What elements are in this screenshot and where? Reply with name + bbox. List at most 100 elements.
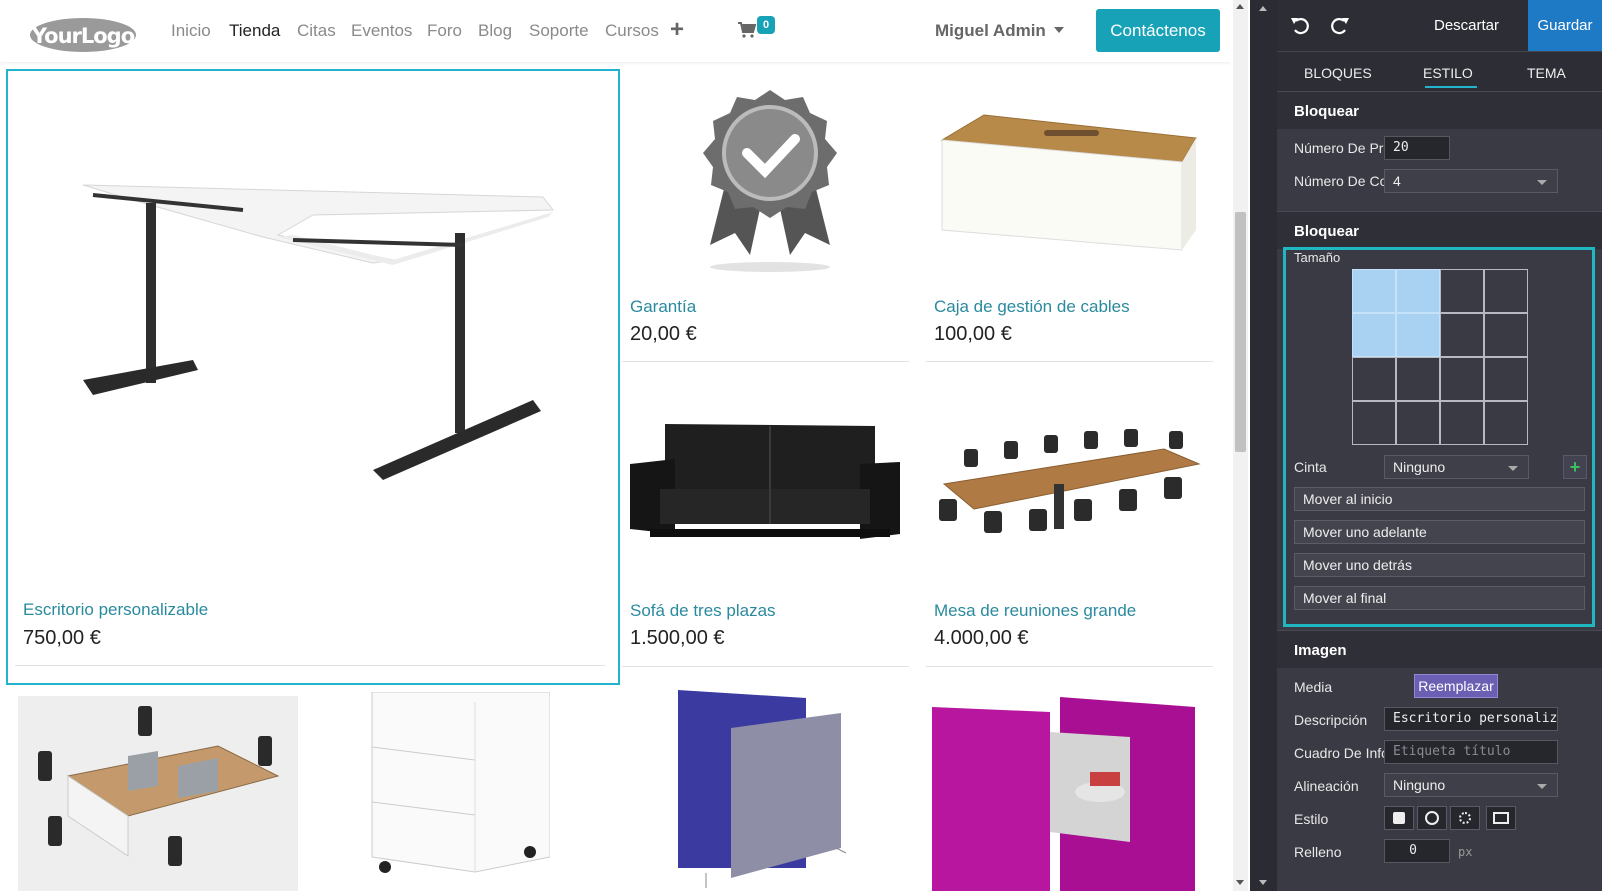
nav-link-inicio[interactable]: Inicio xyxy=(171,21,211,41)
drawer-cabinet-image xyxy=(371,692,550,873)
size-cell[interactable] xyxy=(1396,313,1440,357)
product-card-cable-box[interactable]: Caja de gestión de cables 100,00 € xyxy=(926,80,1214,362)
editor-scroll-up-icon[interactable] xyxy=(1259,6,1267,11)
columns-select[interactable]: 4 xyxy=(1384,169,1558,193)
description-input[interactable]: Escritorio personaliz xyxy=(1384,707,1558,731)
tab-bloques[interactable]: BLOQUES xyxy=(1304,65,1372,81)
section-header-image[interactable]: Imagen xyxy=(1277,630,1602,668)
move-forward-button[interactable]: Mover uno adelante xyxy=(1294,520,1585,544)
contact-button[interactable]: Contáctenos xyxy=(1096,9,1220,52)
size-cell[interactable] xyxy=(1484,269,1528,313)
size-label: Tamaño xyxy=(1294,250,1341,265)
discard-button[interactable]: Descartar xyxy=(1434,17,1499,34)
section-header-block[interactable]: Bloquear xyxy=(1277,91,1602,129)
product-card-partition-panels[interactable] xyxy=(676,688,856,891)
product-divider xyxy=(15,665,605,666)
product-count-input[interactable]: 20 xyxy=(1384,136,1450,160)
chevron-down-icon xyxy=(1508,466,1518,471)
product-price: 1.500,00 € xyxy=(630,627,725,649)
product-name[interactable]: Caja de gestión de cables xyxy=(934,297,1130,317)
size-cell[interactable] xyxy=(1396,269,1440,313)
size-cell[interactable] xyxy=(1352,357,1396,401)
product-name[interactable]: Escritorio personalizable xyxy=(23,600,208,620)
size-cell[interactable] xyxy=(1484,357,1528,401)
tab-estilo[interactable]: ESTILO xyxy=(1423,65,1473,81)
product-divider xyxy=(622,666,909,667)
cable-box-image xyxy=(940,114,1197,251)
alignment-select[interactable]: Ninguno xyxy=(1384,773,1558,797)
tooltip-input[interactable]: Etiqueta título xyxy=(1384,740,1558,764)
add-menu-item-icon[interactable]: + xyxy=(670,16,684,44)
scrollbar-thumb[interactable] xyxy=(1235,212,1246,452)
size-cell[interactable] xyxy=(1352,313,1396,357)
product-card-conference-table[interactable]: Mesa de reuniones grande 4.000,00 € xyxy=(926,384,1214,667)
sofa-image xyxy=(630,424,900,539)
nav-link-citas[interactable]: Citas xyxy=(297,21,336,41)
redo-icon[interactable] xyxy=(1326,13,1352,39)
product-price: 20,00 € xyxy=(630,323,697,345)
size-cell[interactable] xyxy=(1440,401,1484,445)
product-price: 100,00 € xyxy=(934,323,1012,345)
replace-image-button[interactable]: Reemplazar xyxy=(1414,674,1498,698)
nav-link-blog[interactable]: Blog xyxy=(478,21,512,41)
product-card-desk[interactable]: Escritorio personalizable 750,00 € xyxy=(15,80,605,670)
ribbon-select[interactable]: Ninguno xyxy=(1384,455,1529,479)
website-preview: YourLogo Inicio Tienda Citas Eventos For… xyxy=(0,0,1230,891)
editor-scroll-down-icon[interactable] xyxy=(1259,880,1267,885)
tab-tema[interactable]: TEMA xyxy=(1527,65,1566,81)
page: YourLogo Inicio Tienda Citas Eventos For… xyxy=(0,0,1602,891)
size-cell[interactable] xyxy=(1352,401,1396,445)
size-grid[interactable] xyxy=(1352,269,1530,447)
product-name[interactable]: Sofá de tres plazas xyxy=(630,601,776,621)
user-menu[interactable]: Miguel Admin xyxy=(935,21,1046,41)
undo-icon[interactable] xyxy=(1288,13,1314,39)
site-scrollbar[interactable] xyxy=(1233,0,1248,891)
scroll-down-arrow-icon[interactable] xyxy=(1236,880,1244,885)
cart-count-badge: 0 xyxy=(757,16,775,34)
size-cell[interactable] xyxy=(1440,269,1484,313)
nav-link-tienda[interactable]: Tienda xyxy=(229,21,280,41)
size-cell[interactable] xyxy=(1396,357,1440,401)
editor-toolbar: Descartar Guardar xyxy=(1277,0,1602,51)
circle-icon[interactable] xyxy=(1417,806,1447,830)
alignment-label: Alineación xyxy=(1294,778,1359,794)
nav-link-foro[interactable]: Foro xyxy=(427,21,462,41)
section-header-block-size[interactable]: Bloquear xyxy=(1277,211,1602,249)
section-title: Bloquear xyxy=(1294,223,1360,240)
nav-link-cursos[interactable]: Cursos xyxy=(605,21,659,41)
product-card-garantia[interactable]: Garantía 20,00 € xyxy=(622,80,910,362)
product-divider xyxy=(926,361,1213,362)
size-cell[interactable] xyxy=(1484,401,1528,445)
product-card-workstations[interactable] xyxy=(18,696,298,891)
shadow-icon[interactable] xyxy=(1450,806,1480,830)
size-cell[interactable] xyxy=(1484,313,1528,357)
product-card-drawer-cabinet[interactable] xyxy=(370,692,550,891)
conference-table-image xyxy=(939,429,1201,533)
product-name[interactable]: Mesa de reuniones grande xyxy=(934,601,1136,621)
add-ribbon-plus-icon[interactable]: + xyxy=(1563,455,1587,479)
nav-link-eventos[interactable]: Eventos xyxy=(351,21,412,41)
product-card-pink-booth[interactable] xyxy=(930,692,1210,891)
product-card-sofa[interactable]: Sofá de tres plazas 1.500,00 € xyxy=(622,384,910,667)
navbar: YourLogo Inicio Tienda Citas Eventos For… xyxy=(0,0,1230,62)
square-icon[interactable] xyxy=(1384,806,1414,830)
save-button[interactable]: Guardar xyxy=(1528,0,1602,51)
scroll-up-arrow-icon[interactable] xyxy=(1236,4,1244,9)
product-name[interactable]: Garantía xyxy=(630,297,696,317)
padding-input[interactable]: 0 xyxy=(1384,839,1450,863)
size-cell[interactable] xyxy=(1440,357,1484,401)
move-to-start-button[interactable]: Mover al inicio xyxy=(1294,487,1585,511)
move-backward-button[interactable]: Mover uno detrás xyxy=(1294,553,1585,577)
nav-link-soporte[interactable]: Soporte xyxy=(529,21,589,41)
user-menu-caret-icon[interactable] xyxy=(1054,27,1064,33)
move-to-end-button[interactable]: Mover al final xyxy=(1294,586,1585,610)
logo-text: YourLogo xyxy=(31,24,135,48)
image-thumbnail-icon[interactable] xyxy=(1486,806,1516,830)
size-cell[interactable] xyxy=(1396,401,1440,445)
size-cell[interactable] xyxy=(1352,269,1396,313)
product-divider xyxy=(622,361,909,362)
cart-icon[interactable] xyxy=(738,22,756,38)
size-cell[interactable] xyxy=(1440,313,1484,357)
site-logo[interactable]: YourLogo xyxy=(30,12,138,52)
editor-scrollbar[interactable] xyxy=(1250,0,1277,891)
